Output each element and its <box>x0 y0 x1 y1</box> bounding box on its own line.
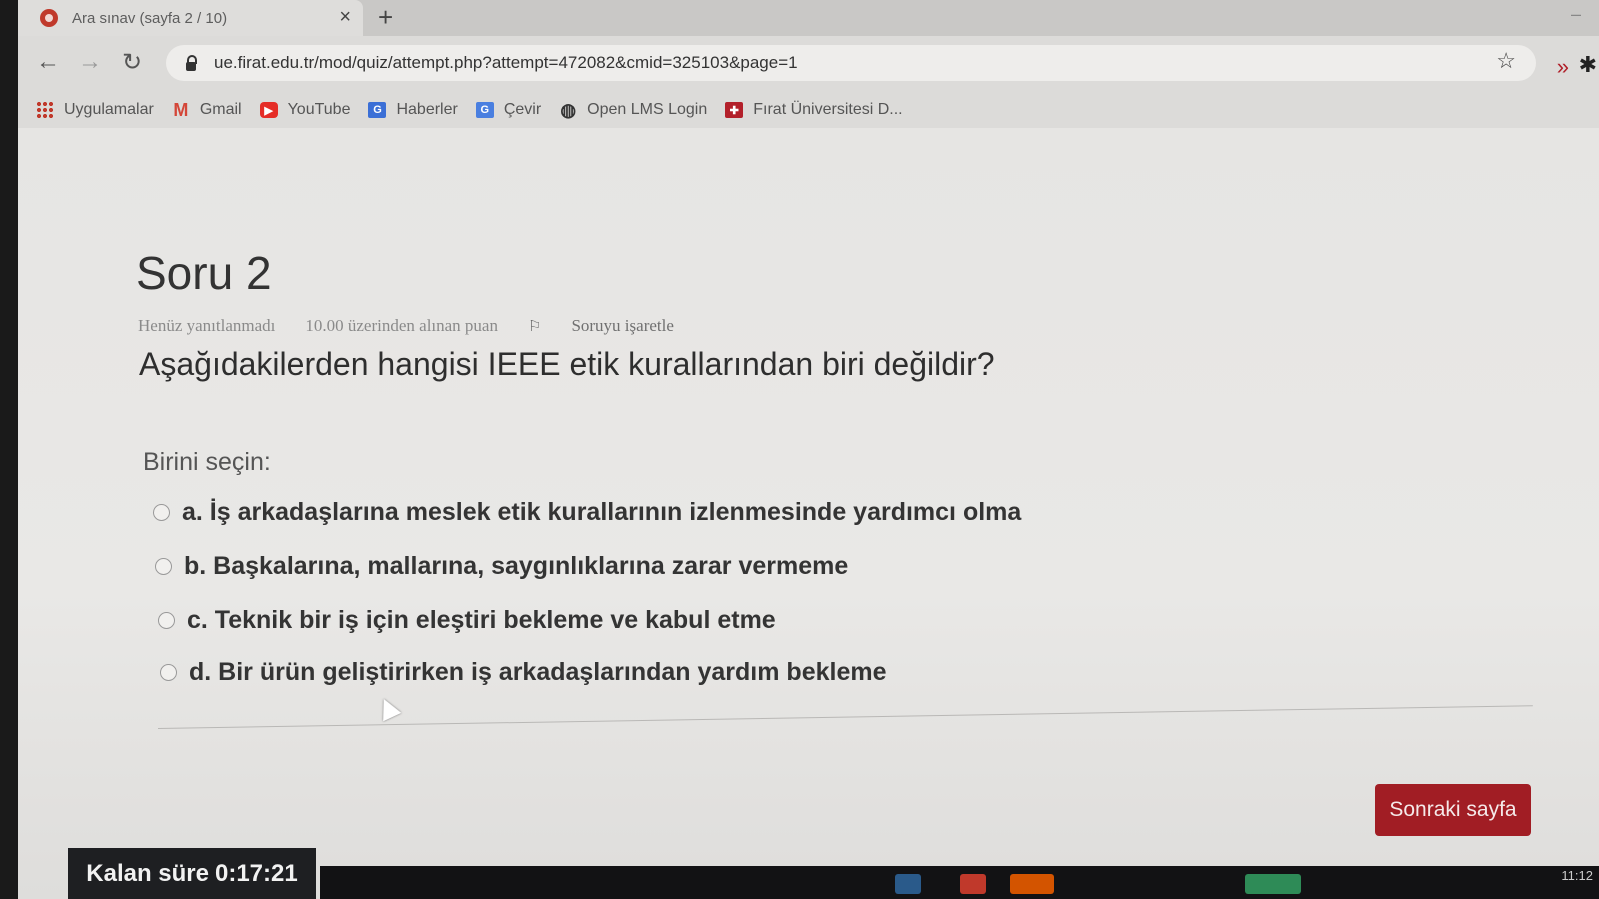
system-clock[interactable]: 11:12 <box>1561 868 1593 883</box>
translate-icon: G <box>475 102 494 118</box>
bookmark-label: Uygulamalar <box>64 101 154 118</box>
forward-arrow-icon[interactable]: → <box>78 48 102 76</box>
os-taskbar: 11:12 <box>320 866 1599 899</box>
extension-icon[interactable]: » <box>1557 54 1569 80</box>
timer-value: 0:17:21 <box>214 859 298 887</box>
tab-title: Ara sınav (sayfa 2 / 10) <box>72 9 228 27</box>
answer-option-a[interactable]: a. İş arkadaşlarına meslek etik kurallar… <box>153 498 1021 527</box>
bookmark-label: Çevir <box>503 101 542 118</box>
new-tab-button[interactable]: + <box>378 2 393 33</box>
question-title: Soru 2 <box>136 247 272 299</box>
taskbar-app-icon[interactable] <box>1010 874 1054 894</box>
close-tab-icon[interactable]: × <box>339 6 351 29</box>
bookmark-star-icon[interactable]: ☆ <box>1496 48 1516 74</box>
question-info: Henüz yanıtlanmadı 10.00 üzerinden alına… <box>138 316 734 336</box>
radio-button[interactable] <box>160 664 177 681</box>
bookmark-label: Gmail <box>199 101 242 118</box>
question-points: 10.00 üzerinden alınan puan <box>305 316 498 335</box>
answer-option-b[interactable]: b. Başkalarına, mallarına, saygınlıkları… <box>155 552 848 581</box>
answer-label: d. Bir ürün geliştirirken iş arkadaşları… <box>189 658 887 686</box>
answer-option-c[interactable]: c. Teknik bir iş için eleştiri bekleme v… <box>158 606 776 635</box>
bookmark-label: YouTube <box>287 101 351 118</box>
next-page-button[interactable]: Sonraki sayfa <box>1375 784 1531 836</box>
bookmark-gmail[interactable]: M Gmail <box>172 99 242 120</box>
moodle-favicon-icon <box>40 9 58 27</box>
radio-button[interactable] <box>153 504 170 521</box>
browser-toolbar: ← → ↻ ue.firat.edu.tr/mod/quiz/attempt.p… <box>18 36 1599 92</box>
mouse-cursor-icon <box>374 694 402 722</box>
bookmark-youtube[interactable]: ▶ YouTube <box>259 101 351 119</box>
taskbar-battery-icon[interactable] <box>1245 874 1301 894</box>
taskbar-app-icon[interactable] <box>960 874 986 894</box>
address-bar[interactable]: ue.firat.edu.tr/mod/quiz/attempt.php?att… <box>166 45 1536 81</box>
back-arrow-icon[interactable]: ← <box>36 48 60 76</box>
answer-prompt: Birini seçin: <box>143 448 271 476</box>
youtube-icon: ▶ <box>259 102 278 118</box>
bookmark-news[interactable]: G Haberler <box>368 101 458 119</box>
browser-window: Ara sınav (sayfa 2 / 10) × + – ← → ↻ ue.… <box>18 0 1599 899</box>
answer-label: a. İş arkadaşlarına meslek etik kurallar… <box>182 498 1022 526</box>
question-text: Aşağıdakilerden hangisi IEEE etik kurall… <box>139 346 995 382</box>
bookmark-apps[interactable]: Uygulamalar <box>36 101 154 119</box>
news-icon: G <box>368 102 387 118</box>
bookmark-open-lms[interactable]: ◍ Open LMS Login <box>559 99 708 120</box>
bookmark-firat[interactable]: ✚ Fırat Üniversitesi D... <box>725 101 903 119</box>
answer-label: c. Teknik bir iş için eleştiri bekleme v… <box>187 606 776 634</box>
bookmark-label: Fırat Üniversitesi D... <box>753 101 903 118</box>
answer-option-d[interactable]: d. Bir ürün geliştirirken iş arkadaşları… <box>160 658 887 687</box>
flag-label: Soruyu işaretle <box>571 316 674 335</box>
reload-icon[interactable]: ↻ <box>122 48 142 77</box>
firat-logo-icon: ✚ <box>725 102 744 118</box>
page-content: Soru 2 Henüz yanıtlanmadı 10.00 üzerinde… <box>18 128 1599 899</box>
flag-question-link[interactable]: ⚐ Soruyu işaretle <box>528 316 704 336</box>
bookmarks-bar: Uygulamalar M Gmail ▶ YouTube G Haberler… <box>18 92 1599 128</box>
puzzle-extension-icon[interactable]: ✱ <box>1579 52 1597 78</box>
taskbar-app-icon[interactable] <box>895 874 921 894</box>
timer-label: Kalan süre <box>86 859 209 887</box>
radio-button[interactable] <box>155 558 172 575</box>
flag-icon: ⚐ <box>527 318 542 335</box>
active-tab[interactable]: Ara sınav (sayfa 2 / 10) × <box>18 0 363 36</box>
lock-icon <box>186 54 197 71</box>
radio-button[interactable] <box>158 612 175 629</box>
answer-label: b. Başkalarına, mallarına, saygınlıkları… <box>184 552 849 580</box>
tab-strip: Ara sınav (sayfa 2 / 10) × + – <box>18 0 1599 36</box>
section-divider <box>157 705 1533 729</box>
bookmark-translate[interactable]: G Çevir <box>475 101 542 119</box>
bookmark-label: Open LMS Login <box>587 101 708 118</box>
apps-grid-icon <box>36 101 54 119</box>
url-text[interactable]: ue.firat.edu.tr/mod/quiz/attempt.php?att… <box>214 53 798 73</box>
minimize-icon[interactable]: – <box>1571 4 1581 25</box>
quiz-timer: Kalan süre 0:17:21 <box>68 848 316 899</box>
gmail-icon: M <box>173 99 189 120</box>
bookmark-label: Haberler <box>396 101 458 118</box>
question-status: Henüz yanıtlanmadı <box>138 316 276 335</box>
globe-icon: ◍ <box>560 99 577 120</box>
